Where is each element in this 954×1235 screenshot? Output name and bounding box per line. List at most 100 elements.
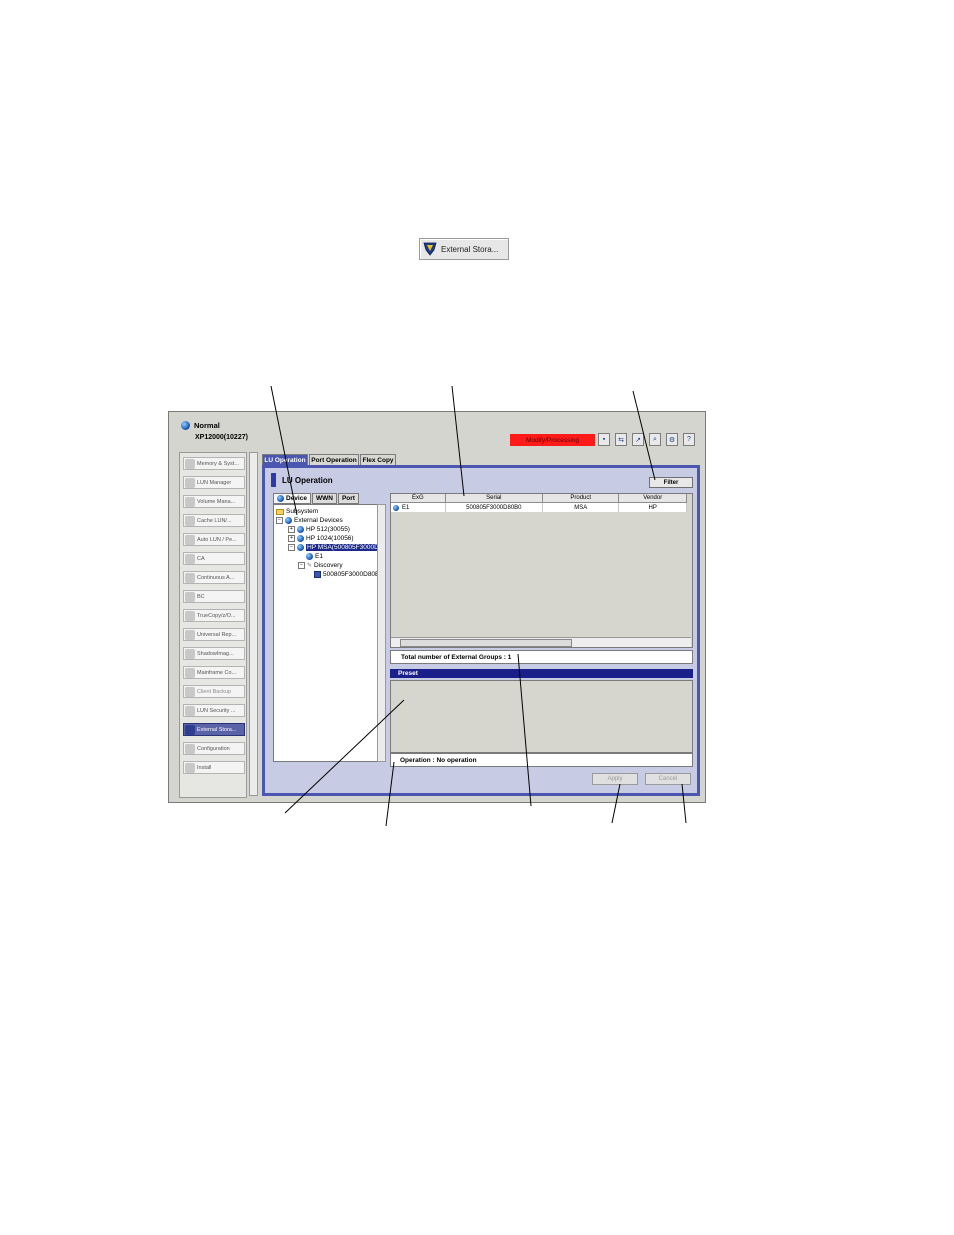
tree-tab-device[interactable]: Device xyxy=(273,493,311,504)
column-product[interactable]: Product xyxy=(542,494,620,503)
program-item-cache-lun[interactable]: Cache LUN/... xyxy=(183,514,245,527)
settings-icon[interactable]: ⚙ xyxy=(666,433,678,446)
expand-icon[interactable]: + xyxy=(288,535,295,542)
tree-node-subsystem[interactable]: Subsystem xyxy=(276,508,318,515)
program-item-bc[interactable]: BC xyxy=(183,590,245,603)
external-storage-toolbar-button[interactable]: External Stora... xyxy=(419,238,509,260)
device-icon xyxy=(277,495,284,502)
column-serial[interactable]: Serial xyxy=(445,494,543,503)
device-tree: Subsystem − External Devices + HP 512(3005… xyxy=(273,504,384,762)
total-external-groups: Total number of External Groups : 1 xyxy=(390,650,693,664)
tree-node-discovery[interactable]: − ✎ Discovery xyxy=(298,562,343,569)
program-item-truecopy[interactable]: TrueCopy/z/O... xyxy=(183,609,245,622)
program-item-configuration[interactable]: Configuration xyxy=(183,742,245,755)
storage-icon xyxy=(297,526,304,533)
tree-node-external-devices[interactable]: − External Devices xyxy=(276,517,343,524)
cell-exg: E1 xyxy=(391,503,446,512)
tree-node-discovered-port[interactable]: 500805F3000D80B xyxy=(314,571,379,578)
bc-icon xyxy=(185,591,195,602)
help-icon[interactable]: ? xyxy=(683,433,695,446)
program-item-lun-security[interactable]: LUN Security ... xyxy=(183,704,245,717)
external-storage-toolbar-label: External Stora... xyxy=(441,244,499,254)
port-icon xyxy=(314,571,321,578)
configuration-icon xyxy=(185,743,195,754)
storage-icon xyxy=(297,535,304,542)
program-item-shadowimage[interactable]: ShadowImag... xyxy=(183,647,245,660)
program-list: Memory & Syst... LUN Manager Volume Mana… xyxy=(179,452,247,798)
cell-vendor: HP xyxy=(619,503,687,512)
cell-product: MSA xyxy=(543,503,620,512)
status-indicator: Normal xyxy=(181,421,220,430)
refresh-icon[interactable]: ⇆ xyxy=(615,433,627,446)
table-row[interactable]: E1 500805F3000D80B0 MSA HP xyxy=(391,503,687,512)
program-item-mainframe-compatibility[interactable]: Mainframe Co... xyxy=(183,666,245,679)
folder-icon xyxy=(276,508,284,515)
tree-scrollbar[interactable] xyxy=(377,504,386,762)
title-accent-bar xyxy=(271,473,276,487)
storage-navigator-window: Normal XP12000(10227) Modify/Processing … xyxy=(168,411,706,803)
panel-title-text: LU Operation xyxy=(282,475,333,485)
table-horizontal-scrollbar[interactable] xyxy=(391,637,691,647)
external-group-icon xyxy=(393,504,399,511)
apply-button[interactable]: Apply xyxy=(592,773,638,785)
tree-node-hp512[interactable]: + HP 512(30055) xyxy=(288,526,350,533)
column-vendor[interactable]: Vendor xyxy=(619,494,687,503)
program-item-continuous-access[interactable]: Continuous A... xyxy=(183,571,245,584)
tab-port-operation[interactable]: Port Operation xyxy=(309,454,359,465)
filter-button[interactable]: Filter xyxy=(649,477,693,488)
chart-icon[interactable]: ↗ xyxy=(632,433,644,446)
tree-tab-port[interactable]: Port xyxy=(337,493,359,504)
table-header: ExG Serial Product Vendor xyxy=(391,494,687,503)
operation-status: Operation : No operation xyxy=(390,753,693,767)
collapse-icon[interactable]: − xyxy=(298,562,305,569)
cancel-button[interactable]: Cancel xyxy=(645,773,691,785)
mode-change-icon[interactable]: ▪ xyxy=(598,433,610,446)
column-exg[interactable]: ExG xyxy=(391,494,446,503)
scroll-thumb[interactable] xyxy=(400,639,572,647)
external-devices-icon xyxy=(285,517,292,524)
external-groups-table: ExG Serial Product Vendor E1 500805F3000… xyxy=(390,493,693,648)
tab-flex-copy[interactable]: Flex Copy xyxy=(360,454,396,465)
program-item-lun-manager[interactable]: LUN Manager xyxy=(183,476,245,489)
shadowimage-icon xyxy=(185,648,195,659)
discovery-icon: ✎ xyxy=(307,563,313,569)
tree-node-hpmsa[interactable]: − HP MSA(500805F3000D8 xyxy=(288,544,384,551)
program-list-scrollbar[interactable] xyxy=(249,452,258,796)
continuous-access-icon xyxy=(185,572,195,583)
expand-icon[interactable]: + xyxy=(288,526,295,533)
program-item-auto-lun[interactable]: Auto LUN / Pe... xyxy=(183,533,245,546)
truecopy-icon xyxy=(185,610,195,621)
subsystem-model: XP12000(10227) xyxy=(195,434,248,441)
program-item-client-backup[interactable]: Client Backup xyxy=(183,685,245,698)
program-item-external-storage[interactable]: External Stora... xyxy=(183,723,245,736)
tree-tabs: Device WWN Port xyxy=(273,493,359,504)
tab-lu-operation[interactable]: LU Operation xyxy=(262,454,308,465)
external-storage-icon xyxy=(185,724,195,735)
panel-title: LU Operation xyxy=(271,473,333,487)
cell-serial: 500805F3000D80B0 xyxy=(446,503,543,512)
external-storage-icon xyxy=(423,242,437,256)
collapse-icon[interactable]: − xyxy=(288,544,295,551)
tree-node-e1[interactable]: E1 xyxy=(306,553,323,560)
preset-list xyxy=(390,680,693,753)
program-item-ca[interactable]: CA xyxy=(183,552,245,565)
install-icon xyxy=(185,762,195,773)
lu-operation-panel: LU Operation Filter Device WWN Port Subs… xyxy=(262,465,700,796)
auto-lun-icon xyxy=(185,534,195,545)
status-text: Normal xyxy=(194,421,220,430)
program-item-volume-manager[interactable]: Volume Mana... xyxy=(183,495,245,508)
search-icon[interactable]: ⌕ xyxy=(649,433,661,446)
tree-node-hp1024[interactable]: + HP 1024(10056) xyxy=(288,535,354,542)
tree-tab-wwn[interactable]: WWN xyxy=(311,493,337,504)
mainframe-icon xyxy=(185,667,195,678)
ca-icon xyxy=(185,553,195,564)
program-item-universal-replicator[interactable]: Universal Rep... xyxy=(183,628,245,641)
program-item-install[interactable]: Install xyxy=(183,761,245,774)
storage-icon xyxy=(297,544,304,551)
client-backup-icon xyxy=(185,686,195,697)
external-group-icon xyxy=(306,553,313,560)
mode-badge[interactable]: Modify/Processing xyxy=(510,434,595,446)
program-item-memory[interactable]: Memory & Syst... xyxy=(183,457,245,470)
lun-manager-icon xyxy=(185,477,195,488)
collapse-icon[interactable]: − xyxy=(276,517,283,524)
